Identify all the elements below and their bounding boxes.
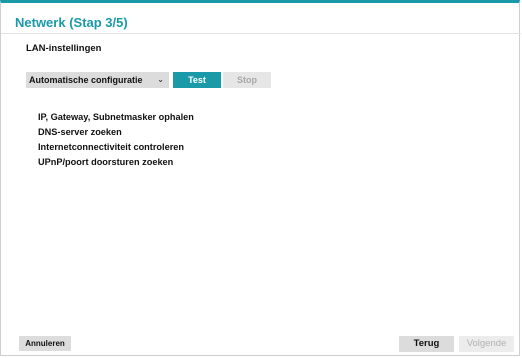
- list-item: IP, Gateway, Subnetmasker ophalen: [38, 112, 194, 122]
- wizard-dialog: Netwerk (Stap 3/5) LAN-instellingen Auto…: [0, 0, 521, 356]
- config-mode-value: Automatische configuratie: [29, 75, 143, 85]
- list-item: Internetconnectiviteit controleren: [38, 142, 185, 152]
- stop-button[interactable]: Stop: [223, 72, 271, 88]
- dialog-title: Netwerk (Stap 3/5): [15, 15, 128, 30]
- lan-settings-label: LAN-instellingen: [26, 43, 102, 54]
- test-button[interactable]: Test: [173, 72, 221, 88]
- test-steps-list: IP, Gateway, Subnetmasker ophalen DNS-se…: [38, 110, 194, 170]
- next-button[interactable]: Volgende: [459, 336, 514, 352]
- chevron-down-icon: ⌄: [157, 75, 164, 84]
- list-item: DNS-server zoeken: [38, 127, 122, 137]
- list-item: UPnP/poort doorsturen zoeken: [38, 157, 174, 167]
- config-mode-select[interactable]: Automatische configuratie ⌄: [26, 72, 169, 88]
- title-divider: [1, 33, 521, 34]
- cancel-button[interactable]: Annuleren: [19, 336, 71, 351]
- back-button[interactable]: Terug: [399, 336, 454, 352]
